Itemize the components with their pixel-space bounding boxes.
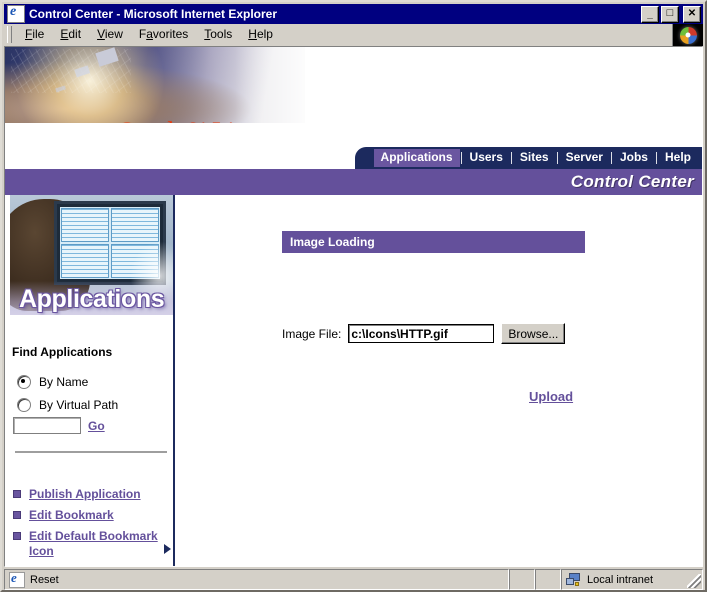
menu-item-view[interactable]: View [89, 25, 131, 44]
status-bar: Reset Local intranet [4, 569, 703, 590]
minimize-button[interactable]: _ [641, 5, 659, 23]
screen-pane [61, 244, 109, 278]
zone-icon-badge [575, 581, 579, 586]
title-bar: Control Center - Microsoft Internet Expl… [4, 4, 703, 24]
nav-separator [655, 152, 657, 164]
menu-item-file[interactable]: File [17, 25, 52, 44]
browser-window: Control Center - Microsoft Internet Expl… [0, 0, 707, 592]
oracle-banner: Oracle9i Lite [5, 47, 702, 123]
nav-item-help[interactable]: Help [658, 149, 698, 167]
nav-item-jobs[interactable]: Jobs [613, 149, 655, 167]
sidebar-banner-image: Applications [10, 195, 173, 315]
sidebar-banner-label: Applications [19, 285, 165, 313]
menu-bar: File Edit View Favorites Tools Help [4, 24, 703, 46]
oracle-logo-suffix: Lite [206, 118, 254, 123]
section-header-bar: Image Loading [282, 231, 585, 253]
image-file-form-row: Image File: Browse... [282, 323, 566, 344]
radio-by-name-icon[interactable] [17, 375, 31, 389]
browse-button[interactable]: Browse... [501, 323, 566, 344]
sidebar-link-edit-default-bookmark-icon[interactable]: Edit Default Bookmark Icon [29, 529, 171, 559]
nav-item-applications[interactable]: Applications [373, 149, 460, 167]
radio-option-by-virtual-path[interactable]: By Virtual Path [17, 398, 118, 412]
image-file-label: Image File: [282, 326, 342, 341]
page-title: Control Center [570, 172, 694, 191]
menu-item-favorites[interactable]: Favorites [131, 25, 196, 44]
nav-separator [460, 152, 462, 164]
menu-item-help[interactable]: Help [240, 25, 281, 44]
oracle-logo-version: 9i [186, 118, 206, 123]
menu-item-edit[interactable]: Edit [52, 25, 89, 44]
sidebar-search-input[interactable] [13, 417, 81, 434]
browser-client-area: Oracle9i Lite Applications Users Sites S… [4, 46, 703, 567]
oracle-logo-prefix: Oracle [118, 118, 186, 123]
bullet-square-icon [13, 511, 21, 519]
security-zone-panel[interactable]: Local intranet [561, 569, 703, 590]
bullet-square-icon [13, 532, 21, 540]
sidebar-go-link[interactable]: Go [88, 419, 105, 433]
sidebar-link-list: Publish Application Edit Bookmark Edit D… [13, 487, 171, 565]
chevron-right-icon [164, 544, 171, 554]
radio-by-name-label: By Name [39, 375, 89, 389]
screen-pane [111, 208, 159, 242]
section-title: Image Loading [290, 235, 375, 249]
nav-separator [610, 152, 612, 164]
menu-drag-handle[interactable] [7, 26, 12, 43]
window-title: Control Center - Microsoft Internet Expl… [29, 7, 278, 21]
status-message-panel: Reset [4, 569, 509, 590]
image-file-input[interactable] [348, 324, 495, 343]
main-content: Image Loading Image File: Browse... Uplo… [177, 195, 702, 566]
security-zone-text: Local intranet [587, 573, 654, 586]
find-applications-heading: Find Applications [12, 345, 113, 359]
screen-pane [61, 208, 109, 242]
local-intranet-zone-icon [566, 572, 581, 587]
maximize-button[interactable]: □ [661, 5, 679, 23]
status-panel-spacer-2 [535, 569, 561, 590]
upload-link[interactable]: Upload [529, 389, 573, 404]
close-button[interactable]: ✕ [683, 5, 701, 23]
minimize-icon: _ [647, 8, 653, 20]
status-text: Reset [30, 573, 59, 586]
ie-document-icon [7, 5, 25, 23]
list-item[interactable]: Edit Bookmark [13, 508, 171, 523]
nav-separator [556, 152, 558, 164]
nav-item-sites[interactable]: Sites [513, 149, 556, 167]
radio-by-virtual-path-icon[interactable] [17, 398, 31, 412]
banner-fade-overlay [235, 47, 365, 123]
zone-icon-monitor-secondary [566, 577, 574, 585]
web-page: Oracle9i Lite Applications Users Sites S… [5, 47, 702, 566]
ie-logo-container [672, 24, 703, 46]
status-panel-spacer-1 [509, 569, 535, 590]
sidebar-divider [15, 451, 167, 454]
internet-explorer-logo-icon [679, 26, 697, 44]
radio-by-virtual-path-label: By Virtual Path [39, 398, 119, 412]
sidebar: Applications Find Applications By Name B… [5, 195, 175, 566]
nav-item-users[interactable]: Users [463, 149, 510, 167]
radio-option-by-name[interactable]: By Name [17, 375, 88, 389]
nav-item-server[interactable]: Server [559, 149, 610, 167]
window-controls: _ □ ✕ [641, 5, 701, 23]
menu-item-tools[interactable]: Tools [196, 25, 240, 44]
sidebar-link-publish-application[interactable]: Publish Application [29, 487, 141, 502]
oracle-product-logo: Oracle9i Lite [118, 118, 253, 123]
ie-page-icon [9, 571, 25, 588]
page-header-bar: Control Center [5, 169, 702, 195]
maximize-icon: □ [666, 6, 674, 19]
list-item[interactable]: Publish Application [13, 487, 171, 502]
close-icon: ✕ [687, 7, 697, 19]
nav-separator [510, 152, 512, 164]
primary-nav: Applications Users Sites Server Jobs Hel… [355, 147, 702, 169]
list-item[interactable]: Edit Default Bookmark Icon [13, 529, 171, 559]
bullet-square-icon [13, 490, 21, 498]
sidebar-link-edit-bookmark[interactable]: Edit Bookmark [29, 508, 114, 523]
